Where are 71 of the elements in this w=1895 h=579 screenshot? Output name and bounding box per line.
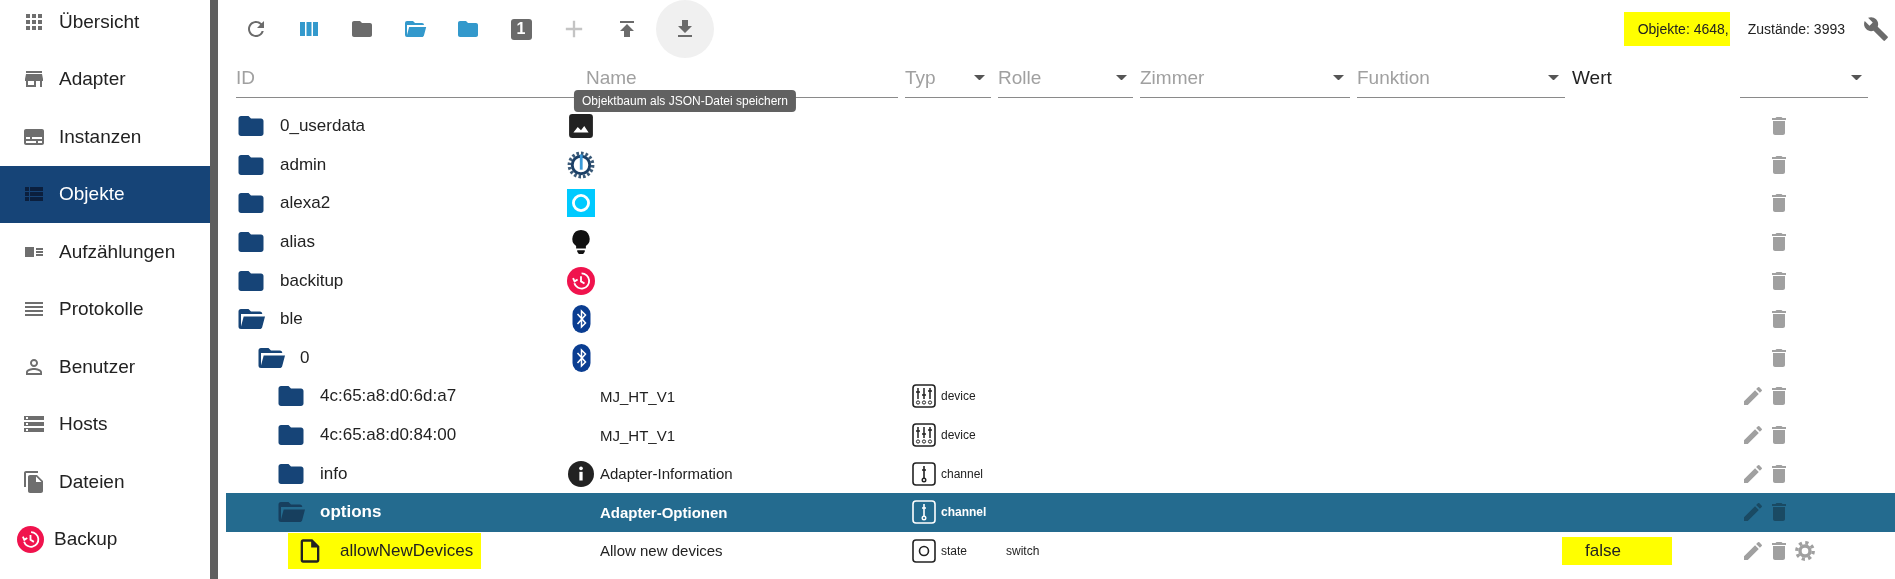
caret-icon	[1116, 74, 1127, 81]
sidebar-item[interactable]: Hosts	[0, 395, 210, 453]
object-name: MJ_HT_V1	[600, 387, 676, 405]
image-icon	[568, 113, 594, 140]
ring-icon	[567, 189, 595, 218]
caret-icon	[974, 74, 985, 81]
bluetooth-icon	[571, 305, 591, 334]
sidebar-item[interactable]: Aufzählungen	[0, 223, 210, 281]
settings-icon	[1793, 538, 1817, 563]
bluetooth-icon	[571, 343, 591, 372]
sliders-icon	[912, 384, 936, 409]
sidebar-item[interactable]: Backup	[0, 510, 210, 568]
object-value: false	[1562, 536, 1672, 565]
object-count: Objekte: 4648,	[1623, 12, 1730, 46]
tree-row[interactable]: 4c:65:a8:d0:6d:a7 MJ_HT_V1 device	[226, 377, 1895, 416]
tree-row[interactable]: backitup	[226, 261, 1895, 300]
wrench-icon	[1863, 16, 1889, 42]
object-id: alias	[280, 232, 315, 253]
one-icon: 1	[510, 18, 532, 40]
caret-icon	[1851, 74, 1862, 81]
tree-row[interactable]: alexa2	[226, 184, 1895, 223]
files-icon	[22, 469, 46, 494]
object-id: 0_userdata	[280, 116, 366, 137]
clock-icon	[567, 266, 595, 295]
toolbar-button[interactable]: 1	[497, 5, 545, 53]
sidebar-item[interactable]: Übersicht	[0, 0, 210, 51]
object-id: allowNewDevices	[340, 540, 474, 561]
object-id: admin	[280, 154, 327, 175]
object-name: Allow new devices	[600, 542, 723, 560]
pin-icon	[912, 500, 936, 525]
object-id: info	[320, 463, 348, 484]
clock-icon	[17, 525, 44, 553]
object-name: Adapter-Information	[600, 465, 733, 483]
object-type: device	[941, 428, 976, 443]
tree-row[interactable]: ble	[226, 299, 1895, 339]
sidebar-item[interactable]: Benutzer	[0, 338, 210, 396]
info-icon	[568, 460, 594, 487]
tooltip: Objektbaum als JSON-Datei speichern	[573, 90, 797, 112]
object-count: Zustände: 3993	[1746, 20, 1846, 39]
tree-row[interactable]: allowNewDevices Allow new devices state switch false	[226, 531, 1895, 571]
tree-row[interactable]: options Adapter-Optionen channel	[226, 492, 1895, 532]
object-id: alexa2	[280, 193, 331, 214]
sidebar-item[interactable]: Protokolle	[0, 280, 210, 338]
caret-icon	[1548, 74, 1559, 81]
tree-row[interactable]: info Adapter-Information channel	[226, 454, 1895, 493]
object-name: Adapter-Optionen	[600, 503, 728, 521]
column-header: Wert	[1572, 66, 1613, 90]
caret-icon	[1333, 74, 1344, 81]
object-id: 0	[300, 347, 310, 368]
object-id: backitup	[280, 270, 344, 291]
object-type: channel	[941, 466, 984, 481]
tree-row[interactable]: alias	[226, 222, 1895, 262]
sidebar-item[interactable]: Adapter	[0, 50, 210, 108]
object-type: state	[941, 543, 967, 558]
object-id: 4c:65:a8:d0:84:00	[320, 425, 457, 446]
object-id: 4c:65:a8:d0:6d:a7	[320, 386, 457, 407]
sliders-icon	[912, 423, 936, 448]
object-role: switch	[1006, 543, 1040, 558]
sidebar-item[interactable]: Dateien	[0, 453, 210, 511]
pin-icon	[912, 461, 936, 486]
object-id: options	[320, 502, 382, 523]
tree-row[interactable]: 0	[226, 338, 1895, 378]
object-type: device	[941, 389, 976, 404]
sidebar-item[interactable]: Instanzen	[0, 108, 210, 166]
tree-row[interactable]: admin	[226, 145, 1895, 185]
object-name: MJ_HT_V1	[600, 426, 676, 444]
tree-row[interactable]: 4c:65:a8:d0:84:00 MJ_HT_V1 device	[226, 415, 1895, 455]
object-type: channel	[941, 505, 987, 520]
sidebar-item[interactable]: Objekte	[0, 165, 210, 223]
object-id: ble	[280, 309, 303, 330]
gear-icon	[567, 150, 595, 179]
